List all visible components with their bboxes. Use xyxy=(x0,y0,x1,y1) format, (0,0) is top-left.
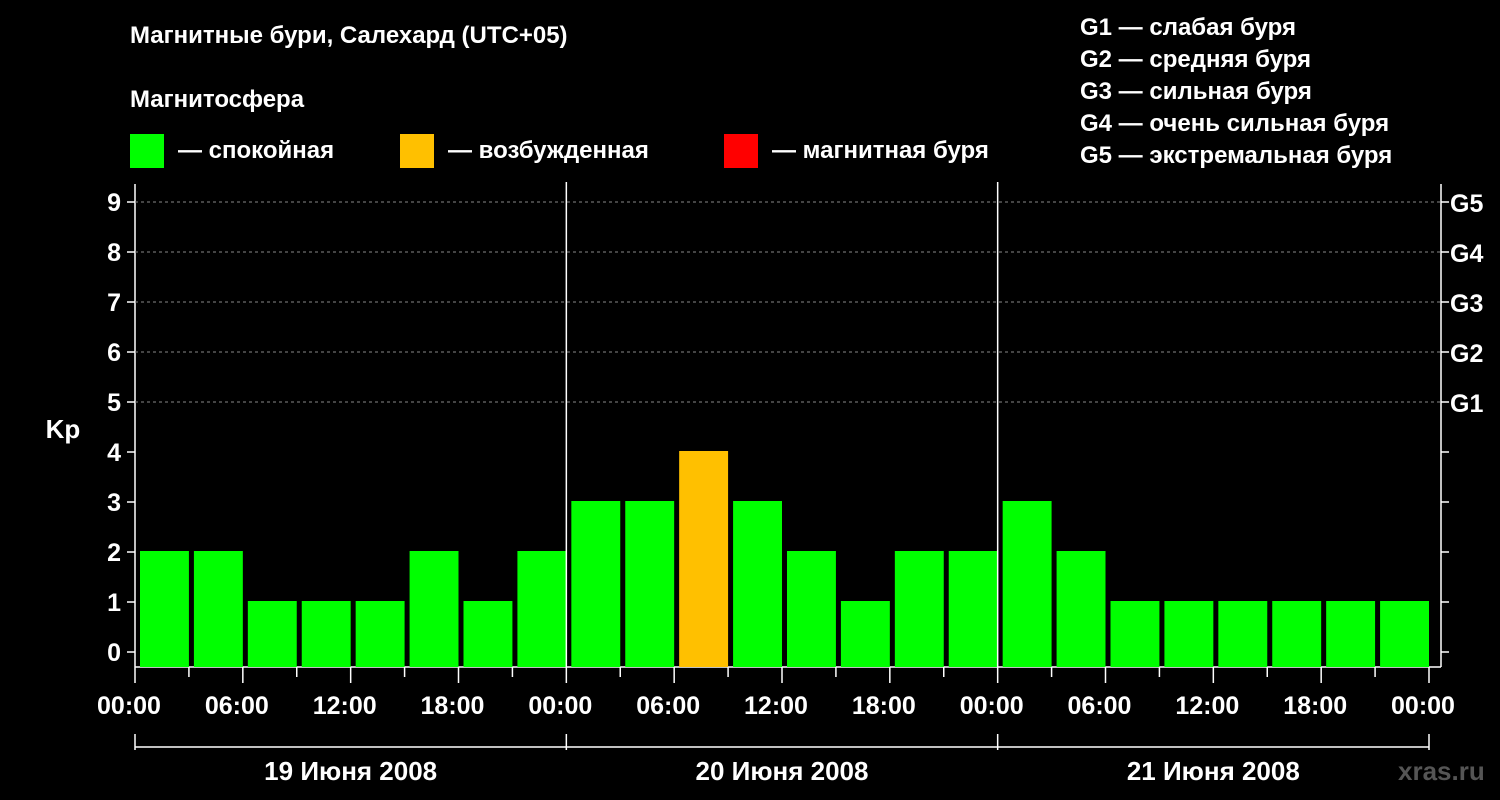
kp-bar xyxy=(1110,601,1160,667)
y-axis-label: Kp xyxy=(46,414,81,444)
y-tick-label: 8 xyxy=(107,239,121,267)
kp-bar xyxy=(625,501,675,667)
kp-bar xyxy=(1326,601,1376,667)
y-tick-label: 2 xyxy=(107,539,121,567)
x-tick-label: 18:00 xyxy=(421,692,485,720)
kp-bar xyxy=(894,551,944,667)
kp-bar xyxy=(733,501,782,667)
kp-bar xyxy=(1218,601,1268,667)
kp-bar xyxy=(1056,551,1106,667)
x-tick-label: 12:00 xyxy=(1175,692,1239,720)
y-tick-label: 1 xyxy=(107,589,121,617)
y-tick-label: 9 xyxy=(107,189,121,217)
g-level-label: G3 xyxy=(1450,290,1483,318)
kp-bar xyxy=(140,551,189,667)
x-tick-label: 18:00 xyxy=(1283,692,1347,720)
kp-bar xyxy=(840,601,890,667)
kp-bar xyxy=(787,551,836,667)
x-tick-label: 06:00 xyxy=(636,692,700,720)
kp-chart: 0 1 2 3 4 5 6 7 8 9 G1 G2 G3 G4 G5 Kp 00:00 06:00 12:00 18:… xyxy=(46,182,1483,786)
kp-bar xyxy=(1380,601,1429,667)
kp-bar xyxy=(1164,601,1214,667)
y-tick-label: 6 xyxy=(107,339,121,367)
x-tick-label: 18:00 xyxy=(852,692,916,720)
kp-bar xyxy=(1002,501,1052,667)
day-label: 21 Июня 2008 xyxy=(1127,756,1300,786)
kp-bar xyxy=(571,501,621,667)
kp-bar xyxy=(463,601,513,667)
y-tick-label: 5 xyxy=(107,389,121,417)
x-tick-label: 12:00 xyxy=(313,692,377,720)
kp-bar xyxy=(355,601,405,667)
kp-bar xyxy=(1272,601,1322,667)
x-tick-label: 12:00 xyxy=(744,692,808,720)
kp-bar xyxy=(679,451,729,667)
y-tick-label: 0 xyxy=(107,639,121,667)
day-label: 19 Июня 2008 xyxy=(264,756,437,786)
x-tick-label: 00:00 xyxy=(97,692,161,720)
kp-bar xyxy=(247,601,297,667)
day-label: 20 Июня 2008 xyxy=(696,756,869,786)
kp-bar xyxy=(517,551,567,667)
x-tick-label: 00:00 xyxy=(1391,692,1455,720)
x-tick-label: 06:00 xyxy=(205,692,269,720)
x-tick-label: 06:00 xyxy=(1068,692,1132,720)
y-tick-label: 3 xyxy=(107,489,121,517)
x-tick-label: 00:00 xyxy=(960,692,1024,720)
y-tick-label: 4 xyxy=(107,439,121,467)
kp-bar xyxy=(301,601,351,667)
g-level-label: G2 xyxy=(1450,340,1483,368)
watermark: xras.ru xyxy=(1398,756,1485,786)
kp-bar xyxy=(193,551,243,667)
g-level-label: G5 xyxy=(1450,190,1483,218)
g-level-label: G1 xyxy=(1450,390,1483,418)
kp-bar xyxy=(409,551,459,667)
x-tick-label: 00:00 xyxy=(528,692,592,720)
y-tick-label: 7 xyxy=(107,289,121,317)
g-level-label: G4 xyxy=(1450,240,1483,268)
kp-bar xyxy=(948,551,998,667)
